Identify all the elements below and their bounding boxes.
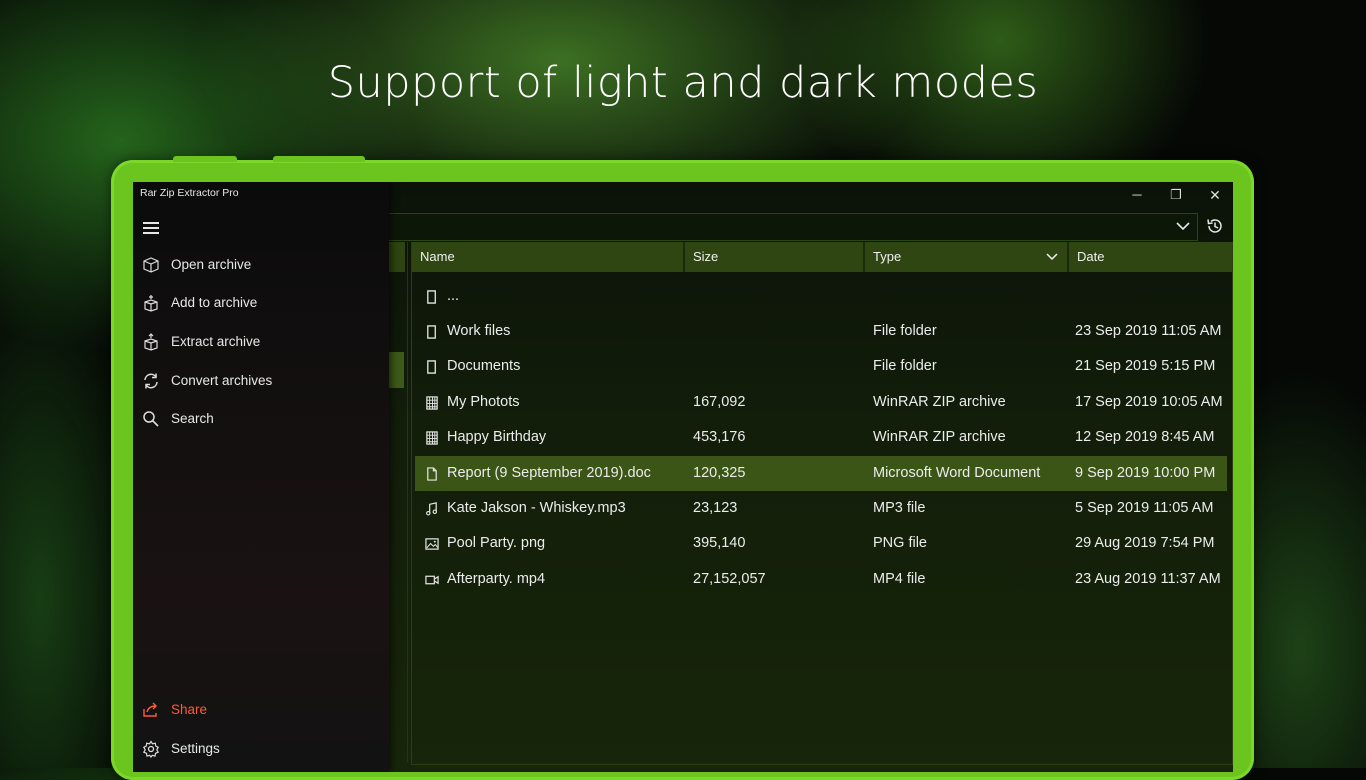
cell-name: Documents (447, 358, 521, 374)
cell-size: 23,123 (693, 500, 738, 516)
box-open-icon (143, 257, 159, 273)
cell-date: 5 Sep 2019 11:05 AM (1075, 500, 1214, 516)
archive-icon (426, 396, 438, 410)
nav-search[interactable]: Search (133, 400, 389, 438)
folder-pane-header (389, 242, 405, 272)
nav-open-archive[interactable]: Open archive (133, 246, 389, 284)
cell-type: PNG file (873, 535, 927, 551)
app-title: Rar Zip Extractor Pro (140, 187, 239, 199)
nav-pane: Rar Zip Extractor Pro Open archive Add t… (133, 182, 389, 772)
path-combobox[interactable] (389, 213, 1198, 241)
nav-share[interactable]: Share (133, 691, 389, 729)
nav-label: Share (171, 702, 208, 717)
cell-name: ... (447, 288, 460, 304)
cell-date: 21 Sep 2019 5:15 PM (1075, 358, 1216, 374)
cell-date: 17 Sep 2019 10:05 AM (1075, 394, 1223, 410)
cell-type: MP4 file (873, 571, 926, 587)
nav-settings[interactable]: Settings (133, 730, 389, 768)
cell-date: 29 Aug 2019 7:54 PM (1075, 535, 1215, 551)
table-row[interactable]: Afterparty. mp4 27,152,057 MP4 file 23 Aug … (415, 562, 1227, 597)
cell-name: Afterparty. mp4 (447, 571, 546, 587)
table-row[interactable]: Happy Birthday 453,176 WinRAR ZIP archive 1… (415, 420, 1227, 455)
gear-icon (142, 740, 160, 758)
minimize-button[interactable]: ─ (1123, 185, 1151, 205)
cell-name: Report (9 September 2019).doc (447, 465, 651, 481)
image-icon (425, 538, 439, 550)
cell-date: 23 Sep 2019 11:05 AM (1075, 323, 1222, 339)
cell-type: WinRAR ZIP archive (873, 394, 1006, 410)
table-row[interactable]: Report (9 September 2019).doc 120,325 Micr… (415, 456, 1227, 491)
hamburger-icon[interactable] (143, 222, 159, 234)
cell-type: File folder (873, 323, 937, 339)
box-extract-icon (144, 333, 158, 351)
nav-label: Search (171, 411, 214, 426)
file-icon (427, 290, 436, 304)
cell-date: 23 Aug 2019 11:37 AM (1075, 571, 1221, 587)
nav-label: Convert archives (171, 373, 273, 388)
cell-date: 12 Sep 2019 8:45 AM (1075, 429, 1215, 445)
column-date[interactable]: Date (1069, 242, 1232, 272)
nav-extract-archive[interactable]: Extract archive (133, 323, 389, 361)
table-row[interactable]: My Photots 167,092 WinRAR ZIP archive 17 Se… (415, 385, 1227, 420)
history-button[interactable] (1205, 216, 1227, 238)
folder-pane-selection[interactable] (389, 352, 404, 388)
cell-size: 167,092 (693, 394, 746, 410)
table-row[interactable]: Pool Party. png 395,140 PNG file 29 Aug 201… (415, 526, 1227, 561)
table-row[interactable]: Work files File folder 23 Sep 2019 11:05 A… (415, 314, 1227, 349)
refresh-icon (144, 373, 158, 389)
table-row[interactable]: ... (415, 279, 1227, 314)
search-icon (143, 411, 159, 427)
cell-type: Microsoft Word Document (873, 465, 1041, 481)
nav-label: Extract archive (171, 334, 261, 349)
cell-name: Happy Birthday (447, 429, 547, 445)
file-icon (427, 360, 436, 374)
restore-button[interactable]: ❐ (1162, 185, 1190, 205)
column-size[interactable]: Size (685, 242, 865, 272)
column-name[interactable]: Name (412, 242, 685, 272)
file-icon (427, 325, 436, 339)
cell-type: WinRAR ZIP archive (873, 429, 1006, 445)
music-icon (426, 502, 438, 516)
nav-label: Open archive (171, 257, 252, 272)
box-add-icon (144, 295, 158, 312)
file-table: Name Size Type Date ... Work files File fo… (411, 242, 1233, 765)
close-button[interactable]: ✕ (1201, 185, 1229, 205)
cell-size: 453,176 (693, 429, 746, 445)
app-window: ─ ❐ ✕ Name Size Type Date ... Work files F… (133, 182, 1233, 772)
cell-name: Pool Party. png (447, 535, 546, 551)
document-icon (427, 467, 437, 481)
cell-size: 120,325 (693, 465, 746, 481)
nav-convert-archives[interactable]: Convert archives (133, 362, 389, 400)
table-row[interactable]: Kate Jakson - Whiskey.mp3 23,123 MP3 file 5… (415, 491, 1227, 526)
column-type[interactable]: Type (865, 242, 1069, 272)
cell-type: MP3 file (873, 500, 926, 516)
nav-label: Add to archive (171, 295, 258, 310)
cell-date: 9 Sep 2019 10:00 PM (1075, 465, 1216, 481)
folder-pane (389, 242, 408, 762)
history-icon (1207, 219, 1222, 233)
nav-label: Settings (171, 741, 220, 756)
table-row[interactable]: Documents File folder 21 Sep 2019 5:15 PM (415, 349, 1227, 384)
cell-name: My Photots (447, 394, 520, 410)
cell-name: Work files (447, 323, 511, 339)
cell-type: File folder (873, 358, 937, 374)
video-icon (425, 575, 439, 585)
column-type-label: Type (873, 249, 902, 264)
chevron-down-icon[interactable] (1045, 242, 1059, 272)
cell-size: 395,140 (693, 535, 746, 551)
cell-size: 27,152,057 (693, 571, 766, 587)
chevron-down-icon (1176, 222, 1190, 231)
share-icon (143, 702, 157, 717)
headline: Support of light and dark modes (327, 58, 1039, 108)
cell-name: Kate Jakson - Whiskey.mp3 (447, 500, 626, 516)
archive-icon (426, 431, 438, 445)
table-header: Name Size Type Date (412, 242, 1232, 272)
nav-add-to-archive[interactable]: Add to archive (133, 284, 389, 322)
